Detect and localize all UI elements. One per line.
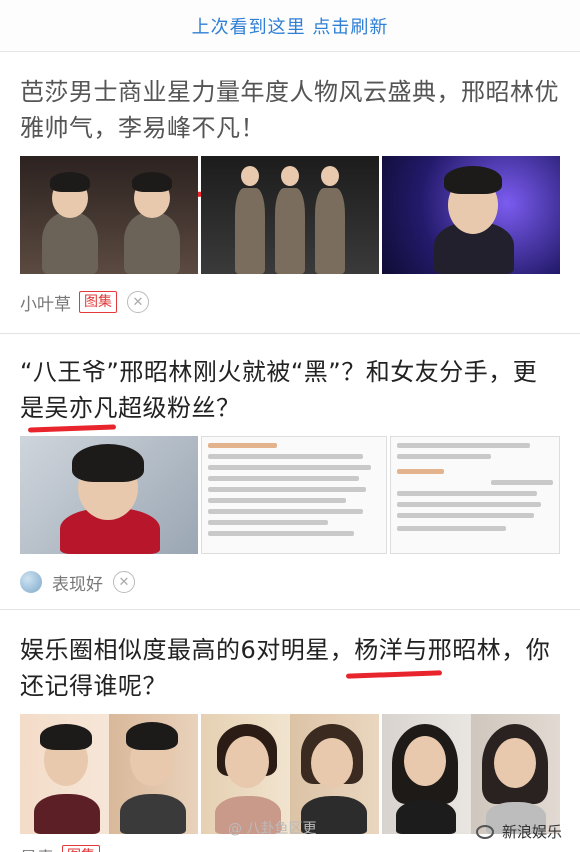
refresh-bar[interactable]: 上次看到这里 点击刷新 — [0, 0, 580, 52]
thumbnail-image[interactable] — [201, 436, 387, 554]
watermark-text: @ 八卦鱼区更 — [228, 821, 317, 837]
dismiss-icon[interactable]: ✕ — [113, 571, 135, 593]
gallery-tag: 图集 — [62, 845, 100, 852]
news-source: 小叶草 — [20, 294, 71, 315]
thumbnail-image[interactable] — [382, 714, 560, 834]
refresh-label[interactable]: 上次看到这里 点击刷新 — [192, 13, 389, 39]
thumbnail-row — [20, 714, 560, 834]
news-meta: 表现好 ✕ — [20, 570, 560, 595]
news-title[interactable]: 娱乐圈相似度最高的6对明星，杨洋与邢昭林，你还记得谁呢？ — [20, 610, 560, 704]
news-meta: 曼青 图集 — [20, 844, 560, 852]
news-title[interactable]: “八王爷”邢昭林刚火就被“黑”？和女友分手，更是吴亦凡超级粉丝？ — [20, 334, 560, 426]
thumbnail-image[interactable] — [20, 714, 198, 834]
news-item[interactable]: “八王爷”邢昭林刚火就被“黑”？和女友分手，更是吴亦凡超级粉丝？ 表现好 ✕ — [0, 334, 580, 610]
thumbnail-image[interactable] — [390, 436, 560, 554]
thumbnail-row — [20, 436, 560, 554]
dismiss-icon[interactable]: ✕ — [127, 291, 149, 313]
thumbnail-image[interactable] — [20, 436, 198, 554]
gallery-tag: 图集 — [79, 291, 117, 313]
brand-name: 新浪娱乐 — [501, 823, 562, 841]
news-item[interactable]: 芭莎男士商业星力量年度人物风云盛典，邢昭林优雅帅气，李易峰不凡！ 小叶草 图集 … — [0, 52, 580, 334]
news-item[interactable]: 娱乐圈相似度最高的6对明星，杨洋与邢昭林，你还记得谁呢？ — [0, 610, 580, 852]
thumbnail-image[interactable] — [20, 156, 198, 274]
thumbnail-image[interactable] — [382, 156, 560, 274]
source-avatar — [20, 571, 42, 593]
brand-watermark: 新浪娱乐 — [475, 821, 562, 842]
weibo-icon — [475, 824, 494, 839]
news-meta: 小叶草 图集 ✕ — [20, 290, 560, 315]
thumbnail-image[interactable] — [201, 156, 379, 274]
news-title[interactable]: 芭莎男士商业星力量年度人物风云盛典，邢昭林优雅帅气，李易峰不凡！ — [20, 52, 560, 146]
thumbnail-row — [20, 156, 560, 274]
news-source: 曼青 — [20, 844, 54, 852]
thumbnail-image[interactable] — [201, 714, 379, 834]
news-source: 表现好 — [52, 574, 103, 595]
